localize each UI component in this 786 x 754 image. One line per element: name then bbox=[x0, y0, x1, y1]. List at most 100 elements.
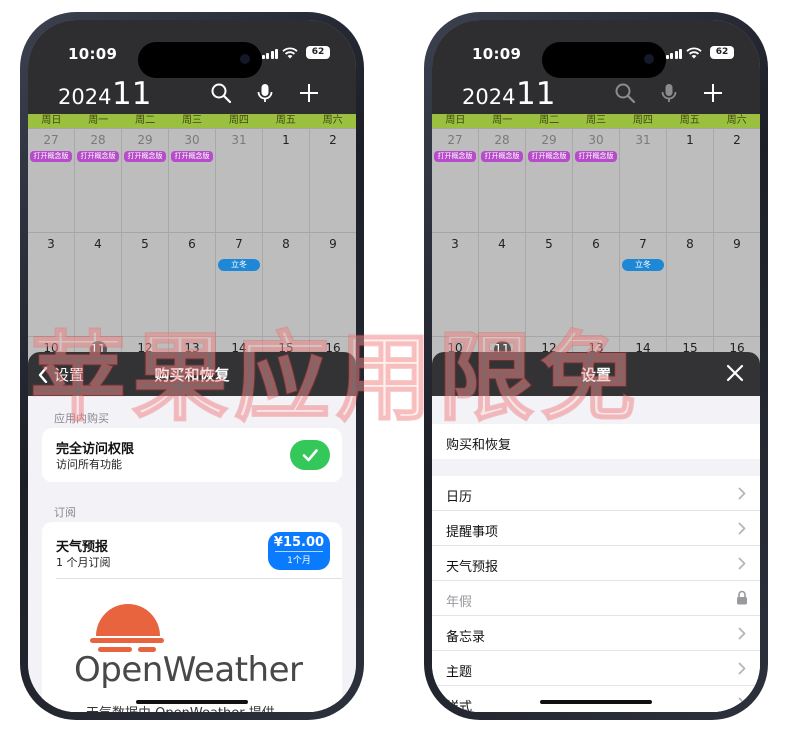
day-number: 28 bbox=[90, 133, 106, 147]
weekday-label: 周六 bbox=[726, 115, 747, 126]
event-chip[interactable]: 打开概念版 bbox=[481, 151, 523, 162]
right-phone-screen: 10:09 62 2024 11 周日 周一 周二 周三 周四 周五 周六 27… bbox=[432, 20, 760, 712]
settings-row-calendar[interactable]: 日历 bbox=[432, 476, 760, 511]
weather-subscription-title: 天气预报 bbox=[56, 540, 109, 555]
calendar-day-cell[interactable]: 3 bbox=[432, 233, 479, 336]
calendar-day-cell[interactable]: 6 bbox=[169, 233, 216, 336]
event-chip[interactable]: 打开概念版 bbox=[30, 151, 72, 162]
settings-row-label: 年假 bbox=[446, 595, 473, 610]
calendar-day-cell[interactable]: 29 打开概念版 bbox=[526, 129, 573, 232]
calendar-day-cell[interactable]: 31 bbox=[216, 129, 263, 232]
checkmark-icon bbox=[302, 449, 318, 462]
calendar-day-cell[interactable]: 5 bbox=[526, 233, 573, 336]
chevron-right-icon bbox=[738, 557, 746, 570]
event-chip[interactable]: 打开概念版 bbox=[124, 151, 166, 162]
event-chip[interactable]: 打开概念版 bbox=[171, 151, 213, 162]
event-chip[interactable]: 打开概念版 bbox=[77, 151, 119, 162]
home-indicator[interactable] bbox=[540, 700, 652, 704]
settings-row-label: 主题 bbox=[446, 665, 473, 680]
calendar-day-cell[interactable]: 2 bbox=[714, 129, 760, 232]
calendar-day-cell[interactable]: 4 bbox=[75, 233, 122, 336]
calendar-day-cell[interactable]: 2 bbox=[310, 129, 356, 232]
full-access-card[interactable]: 完全访问权限 访问所有功能 bbox=[42, 428, 342, 482]
calendar-year: 2024 bbox=[462, 85, 516, 109]
calendar-day-cell[interactable]: 4 bbox=[479, 233, 526, 336]
calendar-day-cell[interactable]: 1 bbox=[263, 129, 310, 232]
day-number: 28 bbox=[494, 133, 510, 147]
day-number: 8 bbox=[282, 237, 290, 251]
event-chip[interactable]: 打开概念版 bbox=[575, 151, 617, 162]
calendar-day-cell[interactable]: 31 bbox=[620, 129, 667, 232]
add-icon[interactable] bbox=[298, 82, 320, 104]
day-number: 27 bbox=[43, 133, 59, 147]
settings-row-theme[interactable]: 主题 bbox=[432, 651, 760, 686]
sheet-header: 设置 购买和恢复 bbox=[28, 352, 356, 396]
settings-row-weather[interactable]: 天气预报 bbox=[432, 546, 760, 581]
settings-row-label: 天气预报 bbox=[446, 560, 499, 575]
calendar-day-cell[interactable]: 8 bbox=[667, 233, 714, 336]
battery-icon: 62 bbox=[710, 46, 734, 59]
purchased-check-button[interactable] bbox=[290, 440, 330, 470]
calendar-day-cell[interactable]: 29 打开概念版 bbox=[122, 129, 169, 232]
search-icon[interactable] bbox=[614, 82, 636, 104]
calendar-day-cell[interactable]: 9 bbox=[310, 233, 356, 336]
calendar-day-cell[interactable]: 3 bbox=[28, 233, 75, 336]
calendar-week-row: 27 打开概念版 28 打开概念版 29 打开概念版 30 打开概念版 31 1 2 bbox=[28, 128, 356, 232]
chevron-right-icon bbox=[738, 522, 746, 535]
calendar-day-cell[interactable]: 7 立冬 bbox=[216, 233, 263, 336]
settings-row-style[interactable]: 样式 bbox=[432, 686, 760, 712]
openweather-wordmark: OpenWeather bbox=[74, 650, 303, 690]
day-number: 27 bbox=[447, 133, 463, 147]
wifi-icon bbox=[282, 47, 298, 59]
calendar-day-cell[interactable]: 9 bbox=[714, 233, 760, 336]
calendar-day-cell[interactable]: 27 打开概念版 bbox=[432, 129, 479, 232]
settings-sheet: 设置 购买和恢复 日历 提醒事项 天气预报 年假 备忘录 主题 样式 bbox=[432, 352, 760, 712]
holiday-chip[interactable]: 立冬 bbox=[218, 259, 260, 271]
event-chip[interactable]: 打开概念版 bbox=[528, 151, 570, 162]
day-number: 31 bbox=[635, 133, 651, 147]
price-button[interactable]: ¥15.00 1个月 bbox=[268, 532, 330, 570]
weekday-label: 周四 bbox=[228, 115, 249, 126]
calendar-day-cell[interactable]: 1 bbox=[667, 129, 714, 232]
calendar-day-cell[interactable]: 30 打开概念版 bbox=[573, 129, 620, 232]
weekday-header: 周日 周一 周二 周三 周四 周五 周六 bbox=[28, 114, 356, 128]
weekday-label: 周日 bbox=[41, 115, 62, 126]
status-time: 10:09 bbox=[472, 45, 522, 63]
weekday-label: 周日 bbox=[445, 115, 466, 126]
event-chip[interactable]: 打开概念版 bbox=[434, 151, 476, 162]
calendar-day-cell[interactable]: 8 bbox=[263, 233, 310, 336]
weekday-label: 周四 bbox=[632, 115, 653, 126]
search-icon[interactable] bbox=[210, 82, 232, 104]
settings-row-notes[interactable]: 备忘录 bbox=[432, 616, 760, 651]
close-icon[interactable] bbox=[724, 362, 746, 384]
weather-subscription-period: 1 个月订阅 bbox=[56, 556, 111, 569]
price-period: 1个月 bbox=[287, 556, 311, 566]
calendar-day-cell[interactable]: 27 打开概念版 bbox=[28, 129, 75, 232]
weekday-label: 周六 bbox=[322, 115, 343, 126]
calendar-day-cell[interactable]: 5 bbox=[122, 233, 169, 336]
calendar-day-cell[interactable]: 28 打开概念版 bbox=[75, 129, 122, 232]
calendar-day-cell[interactable]: 30 打开概念版 bbox=[169, 129, 216, 232]
weekday-label: 周五 bbox=[679, 115, 700, 126]
weekday-header: 周日 周一 周二 周三 周四 周五 周六 bbox=[432, 114, 760, 128]
calendar-week-row: 27 打开概念版 28 打开概念版 29 打开概念版 30 打开概念版 31 1 2 bbox=[432, 128, 760, 232]
day-number: 1 bbox=[282, 133, 290, 147]
settings-row-annual-leave: 年假 bbox=[432, 581, 760, 616]
home-indicator[interactable] bbox=[136, 700, 248, 704]
microphone-icon[interactable] bbox=[254, 82, 276, 104]
settings-row-reminders[interactable]: 提醒事项 bbox=[432, 511, 760, 546]
full-access-title: 完全访问权限 bbox=[56, 442, 135, 457]
calendar-day-cell[interactable]: 28 打开概念版 bbox=[479, 129, 526, 232]
purchase-restore-sheet: 设置 购买和恢复 应用内购买 完全访问权限 访问所有功能 订阅 天气预报 1 个… bbox=[28, 352, 356, 712]
section-label-iap: 应用内购买 bbox=[54, 412, 109, 425]
add-icon[interactable] bbox=[702, 82, 724, 104]
holiday-chip[interactable]: 立冬 bbox=[622, 259, 664, 271]
day-number: 29 bbox=[137, 133, 153, 147]
calendar-day-cell[interactable]: 6 bbox=[573, 233, 620, 336]
purchase-restore-row[interactable]: 购买和恢复 bbox=[432, 424, 760, 459]
calendar-day-cell[interactable]: 7 立冬 bbox=[620, 233, 667, 336]
microphone-icon[interactable] bbox=[658, 82, 680, 104]
full-access-subtitle: 访问所有功能 bbox=[56, 458, 122, 471]
day-number: 6 bbox=[188, 237, 196, 251]
weekday-label: 周三 bbox=[586, 115, 606, 126]
